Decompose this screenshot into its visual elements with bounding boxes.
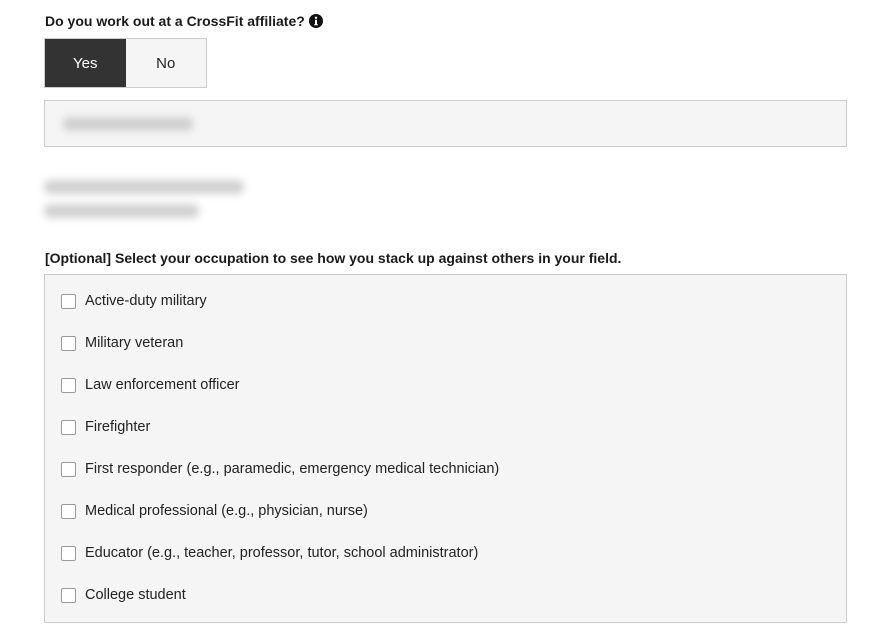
occupation-option[interactable]: Military veteran bbox=[61, 335, 183, 351]
occupation-option[interactable]: Educator (e.g., teacher, professor, tuto… bbox=[61, 545, 478, 561]
affiliate-address-redacted bbox=[44, 176, 254, 224]
affiliate-toggle: Yes No bbox=[44, 38, 207, 88]
checkbox[interactable] bbox=[61, 587, 76, 603]
checkbox[interactable] bbox=[61, 461, 76, 477]
redacted-address-line-2 bbox=[44, 204, 199, 218]
occupation-option[interactable]: Firefighter bbox=[61, 419, 150, 435]
yes-button[interactable]: Yes bbox=[45, 39, 126, 87]
info-circle-icon[interactable] bbox=[308, 14, 323, 28]
checkbox[interactable] bbox=[61, 335, 76, 351]
checkbox[interactable] bbox=[61, 377, 76, 393]
checkbox[interactable] bbox=[61, 545, 76, 561]
occupation-option[interactable]: College student bbox=[61, 587, 186, 603]
checkbox[interactable] bbox=[61, 293, 76, 309]
occupation-label: Medical professional (e.g., physician, n… bbox=[85, 503, 368, 519]
occupation-label: College student bbox=[85, 587, 186, 603]
occupation-option[interactable]: Medical professional (e.g., physician, n… bbox=[61, 503, 368, 519]
affiliate-question: Do you work out at a CrossFit affiliate? bbox=[45, 13, 323, 29]
redacted-address-line-1 bbox=[44, 180, 244, 194]
occupation-label: Law enforcement officer bbox=[85, 377, 240, 393]
occupation-label: Firefighter bbox=[85, 419, 151, 435]
occupation-label: Educator (e.g., teacher, professor, tuto… bbox=[85, 545, 479, 561]
affiliate-name-field[interactable] bbox=[44, 100, 847, 147]
checkbox[interactable] bbox=[61, 419, 76, 435]
checkbox[interactable] bbox=[61, 503, 76, 519]
occupation-option[interactable]: First responder (e.g., paramedic, emerge… bbox=[61, 461, 499, 477]
occupation-label: First responder (e.g., paramedic, emerge… bbox=[85, 461, 500, 477]
occupation-option[interactable]: Active-duty military bbox=[61, 293, 207, 309]
redacted-affiliate-name bbox=[63, 117, 193, 131]
occupation-option[interactable]: Law enforcement officer bbox=[61, 377, 239, 393]
occupation-label: Active-duty military bbox=[85, 293, 207, 309]
affiliate-question-label: Do you work out at a CrossFit affiliate? bbox=[45, 13, 305, 29]
occupation-label: Military veteran bbox=[85, 335, 184, 351]
no-button[interactable]: No bbox=[125, 39, 206, 87]
occupation-list: Active-duty military Military veteran La… bbox=[44, 274, 847, 623]
occupation-prompt: [Optional] Select your occupation to see… bbox=[45, 250, 622, 266]
